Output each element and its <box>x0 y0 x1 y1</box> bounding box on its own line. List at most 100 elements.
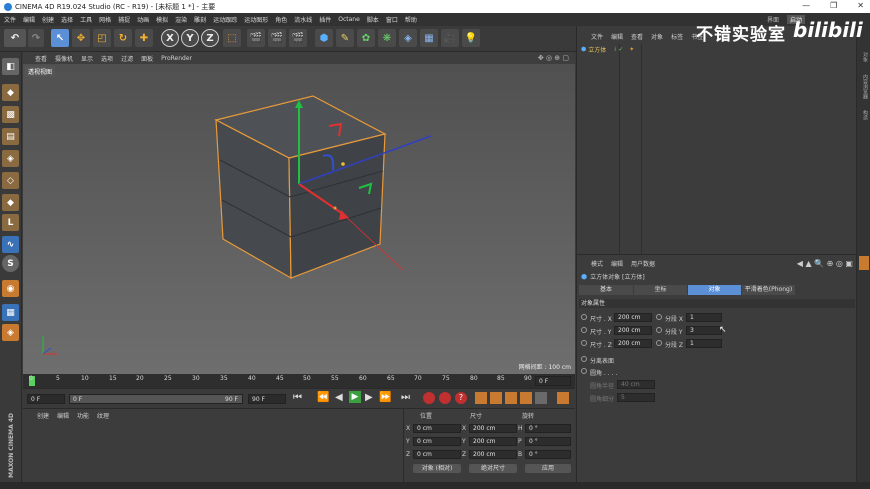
animate-size-z-radio[interactable] <box>581 340 587 346</box>
animate-fillet-radio[interactable] <box>581 368 587 374</box>
menu-item[interactable]: 插件 <box>319 15 331 24</box>
z-axis-icon[interactable]: Z <box>201 29 219 47</box>
tab-phong[interactable]: 平滑着色(Phong) <box>742 285 795 295</box>
position-x-field[interactable]: 0 cm <box>413 424 461 433</box>
menu-item[interactable]: Octane <box>338 16 360 23</box>
recent-tool-icon[interactable]: ✚ <box>135 29 153 47</box>
object-menu-item[interactable]: 对象 <box>651 32 663 41</box>
size-y-field[interactable]: 200 cm <box>469 437 517 446</box>
move-tool-icon[interactable]: ✥ <box>72 29 90 47</box>
menu-item[interactable]: 文件 <box>4 15 16 24</box>
previous-frame-icon[interactable]: ◀ <box>335 392 343 403</box>
maximize-icon[interactable]: ❐ <box>830 1 837 10</box>
tweak-mode-icon[interactable]: ∿ <box>2 236 19 253</box>
floor-icon[interactable]: ▦ <box>420 29 438 47</box>
select-tool-icon[interactable]: ↖ <box>51 29 69 47</box>
menu-item[interactable]: 角色 <box>275 15 287 24</box>
frame-range-slider[interactable]: 0 F 90 F <box>69 394 243 404</box>
snap-icon[interactable]: S <box>2 255 19 272</box>
viewport-menu-item[interactable]: 过滤 <box>121 54 133 63</box>
previous-key-icon[interactable]: ⏪ <box>317 392 329 403</box>
menu-item[interactable]: 窗口 <box>386 15 398 24</box>
tab-content-browser[interactable]: 内容浏览器 <box>859 74 869 99</box>
material-menu-item[interactable]: 创建 <box>37 411 49 420</box>
autokey-icon[interactable] <box>439 392 451 404</box>
seg-x-field[interactable]: 1 <box>686 313 722 322</box>
tab-structure[interactable]: 构造 <box>859 110 869 120</box>
visibility-dots-icon[interactable]: ⁞ <box>614 46 616 53</box>
x-axis-icon[interactable]: X <box>161 29 179 47</box>
menu-item[interactable]: 运动图形 <box>244 15 268 24</box>
menu-item[interactable]: 渲染 <box>175 15 187 24</box>
menu-item[interactable]: 雕刻 <box>194 15 206 24</box>
keyframe-selection-icon[interactable]: ? <box>455 392 467 404</box>
pla-key-icon[interactable] <box>535 392 547 404</box>
tag-icon[interactable]: ✦ <box>629 46 634 53</box>
lock-workplane-icon[interactable]: ◈ <box>2 324 19 341</box>
coordinate-mode-select[interactable]: 对象 (相对) <box>413 464 461 473</box>
viewport-menu-item[interactable]: 选项 <box>101 54 113 63</box>
material-menu-item[interactable]: 编辑 <box>57 411 69 420</box>
rotation-p-field[interactable]: 0 ° <box>525 437 571 446</box>
edges-mode-icon[interactable]: ◇ <box>2 172 19 189</box>
workplane-mode-icon[interactable]: ▤ <box>2 128 19 145</box>
object-menu-item[interactable]: 标签 <box>671 32 683 41</box>
size-z-field[interactable]: 200 cm <box>614 339 652 348</box>
seg-y-field[interactable]: 3 <box>686 326 722 335</box>
timeline-ruler[interactable]: 0 5 10 15 20 25 30 35 40 45 50 55 60 65 … <box>23 374 575 388</box>
rotation-h-field[interactable]: 0 ° <box>525 424 571 433</box>
viewport-menu-item[interactable]: ProRender <box>161 55 192 62</box>
viewport-menu-item[interactable]: 摄像机 <box>55 54 73 63</box>
menu-item[interactable]: 模拟 <box>156 15 168 24</box>
viewport-3d[interactable]: 透视视图 网格间距 : 100 cm <box>23 64 575 374</box>
deformer-icon[interactable]: ◈ <box>399 29 417 47</box>
animate-seg-y-radio[interactable] <box>656 327 662 333</box>
rotation-b-field[interactable]: 0 ° <box>525 450 571 459</box>
model-mode-icon[interactable]: ◆ <box>2 84 19 101</box>
object-menu-item[interactable]: 文件 <box>591 32 603 41</box>
material-menu-item[interactable]: 功能 <box>77 411 89 420</box>
parameter-key-icon[interactable] <box>520 392 532 404</box>
play-icon[interactable]: ▶ <box>349 391 361 403</box>
animate-seg-x-radio[interactable] <box>656 314 662 320</box>
fillet-subdivision-field[interactable]: 5 <box>617 393 655 402</box>
go-to-end-icon[interactable]: ⏭ <box>401 392 410 403</box>
render-view-icon[interactable]: 🎬 <box>247 29 265 47</box>
timeline-window-icon[interactable] <box>557 392 569 404</box>
viewport-menu-item[interactable]: 面板 <box>141 54 153 63</box>
fillet-radius-field[interactable]: 40 cm <box>617 380 655 389</box>
rotate-tool-icon[interactable]: ↻ <box>114 29 132 47</box>
size-y-field[interactable]: 200 cm <box>614 326 652 335</box>
menu-item[interactable]: 脚本 <box>367 15 379 24</box>
tab-objects[interactable]: 对象 <box>859 52 869 62</box>
scale-tool-icon[interactable]: ◰ <box>93 29 111 47</box>
tab-basic[interactable]: 基本 <box>579 285 633 295</box>
attribute-nav-icons[interactable]: ◀ ▲ 🔍 ⊕ ◎ ▣ <box>797 259 853 268</box>
menu-item[interactable]: 工具 <box>80 15 92 24</box>
menu-item[interactable]: 创建 <box>42 15 54 24</box>
menu-item[interactable]: 流水线 <box>294 15 312 24</box>
make-editable-icon[interactable]: ◧ <box>2 58 19 75</box>
attribute-menu-item[interactable]: 模式 <box>591 259 603 268</box>
apply-button[interactable]: 应用 <box>525 464 571 473</box>
object-row-cube[interactable]: ⬢ 立方体 ⁞ ✓ ✦ <box>581 44 634 54</box>
menu-item[interactable]: 编辑 <box>23 15 35 24</box>
menu-item[interactable]: 网格 <box>99 15 111 24</box>
go-to-start-icon[interactable]: ⏮ <box>293 392 302 403</box>
tab-coordinates[interactable]: 坐标 <box>634 285 687 295</box>
tab-object[interactable]: 对象 <box>688 285 741 295</box>
current-frame-field[interactable]: 0 F <box>535 376 571 386</box>
enabled-check-icon[interactable]: ✓ <box>618 46 623 53</box>
viewport-menu-item[interactable]: 查看 <box>35 54 47 63</box>
menu-item[interactable]: 选择 <box>61 15 73 24</box>
y-axis-icon[interactable]: Y <box>181 29 199 47</box>
texture-mode-icon[interactable]: ▩ <box>2 106 19 123</box>
attribute-menu-item[interactable]: 用户数据 <box>631 259 655 268</box>
camera-icon[interactable]: 🎥 <box>441 29 459 47</box>
viewport-nav-icons[interactable]: ✥ ◎ ⊕ ▢ <box>538 54 569 62</box>
viewport-menu-item[interactable]: 显示 <box>81 54 93 63</box>
coordinate-system-icon[interactable]: ⬚ <box>223 29 241 47</box>
undo-icon[interactable]: ↶ <box>4 29 26 47</box>
menu-item[interactable]: 捕捉 <box>118 15 130 24</box>
menu-item[interactable]: 运动跟踪 <box>213 15 237 24</box>
